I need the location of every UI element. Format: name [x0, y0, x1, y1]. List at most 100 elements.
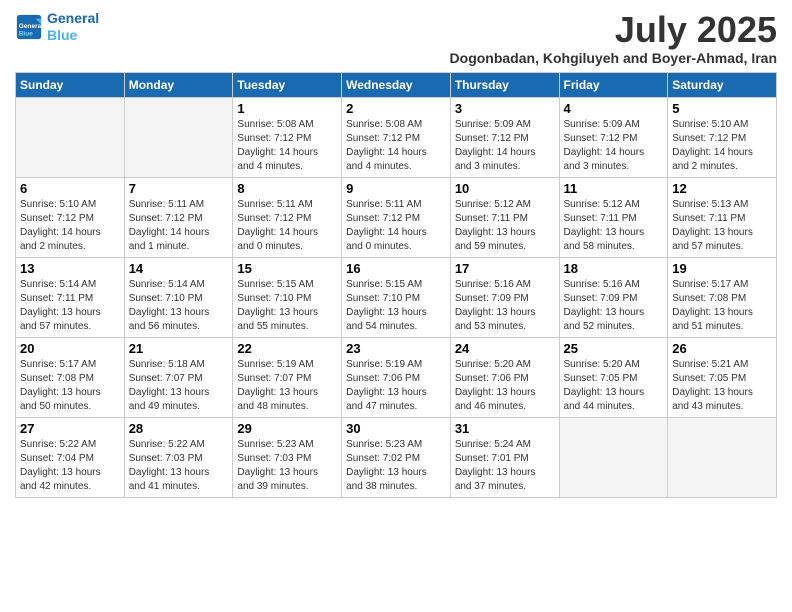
day-info: Sunrise: 5:19 AM Sunset: 7:07 PM Dayligh…	[237, 358, 337, 414]
calendar-cell: 3 Sunrise: 5:09 AM Sunset: 7:12 PM Daylig…	[450, 97, 559, 177]
calendar-cell: 15 Sunrise: 5:15 AM Sunset: 7:10 PM Dayli…	[233, 257, 342, 337]
day-number: 5	[672, 101, 772, 116]
day-info: Sunrise: 5:13 AM Sunset: 7:11 PM Dayligh…	[672, 198, 772, 254]
calendar-cell: 22Sunrise: 5:19 AM Sunset: 7:07 PM Dayli…	[233, 337, 342, 417]
day-number: 2	[346, 101, 446, 116]
day-info: Sunrise: 5:24 AM Sunset: 7:01 PM Dayligh…	[455, 438, 555, 494]
calendar-cell: 4 Sunrise: 5:09 AM Sunset: 7:12 PM Daylig…	[559, 97, 668, 177]
day-number: 26	[672, 341, 772, 356]
svg-text:General: General	[19, 23, 43, 30]
day-number: 11	[564, 181, 664, 196]
day-number: 29	[237, 421, 337, 436]
day-info: Sunrise: 5:08 AM Sunset: 7:12 PM Dayligh…	[237, 118, 337, 174]
day-number: 8	[237, 181, 337, 196]
day-number: 24	[455, 341, 555, 356]
calendar-cell: 26 Sunrise: 5:21 AM Sunset: 7:05 PM Dayli…	[668, 337, 777, 417]
calendar-cell: 21Sunrise: 5:18 AM Sunset: 7:07 PM Dayli…	[124, 337, 233, 417]
calendar-cell: 12 Sunrise: 5:13 AM Sunset: 7:11 PM Dayli…	[668, 177, 777, 257]
calendar-row-3: 13Sunrise: 5:14 AM Sunset: 7:11 PM Dayli…	[16, 257, 777, 337]
calendar-cell: 1 Sunrise: 5:08 AM Sunset: 7:12 PM Daylig…	[233, 97, 342, 177]
calendar-cell	[559, 417, 668, 497]
day-info: Sunrise: 5:16 AM Sunset: 7:09 PM Dayligh…	[564, 278, 664, 334]
day-number: 17	[455, 261, 555, 276]
calendar-cell: 7 Sunrise: 5:11 AM Sunset: 7:12 PM Daylig…	[124, 177, 233, 257]
calendar-cell: 29 Sunrise: 5:23 AM Sunset: 7:03 PM Dayli…	[233, 417, 342, 497]
day-info: Sunrise: 5:20 AM Sunset: 7:05 PM Dayligh…	[564, 358, 664, 414]
calendar-cell: 31 Sunrise: 5:24 AM Sunset: 7:01 PM Dayli…	[450, 417, 559, 497]
day-number: 15	[237, 261, 337, 276]
calendar-cell: 10Sunrise: 5:12 AM Sunset: 7:11 PM Dayli…	[450, 177, 559, 257]
day-info: Sunrise: 5:10 AM Sunset: 7:12 PM Dayligh…	[672, 118, 772, 174]
day-info: Sunrise: 5:11 AM Sunset: 7:12 PM Dayligh…	[346, 198, 446, 254]
day-number: 30	[346, 421, 446, 436]
calendar-cell: 30 Sunrise: 5:23 AM Sunset: 7:02 PM Dayli…	[342, 417, 451, 497]
day-number: 28	[129, 421, 229, 436]
calendar-cell: 20Sunrise: 5:17 AM Sunset: 7:08 PM Dayli…	[16, 337, 125, 417]
subtitle: Dogonbadan, Kohgiluyeh and Boyer-Ahmad, …	[450, 50, 777, 66]
day-info: Sunrise: 5:21 AM Sunset: 7:05 PM Dayligh…	[672, 358, 772, 414]
calendar-cell	[16, 97, 125, 177]
day-number: 23	[346, 341, 446, 356]
calendar-cell: 17 Sunrise: 5:16 AM Sunset: 7:09 PM Dayli…	[450, 257, 559, 337]
day-info: Sunrise: 5:16 AM Sunset: 7:09 PM Dayligh…	[455, 278, 555, 334]
day-info: Sunrise: 5:22 AM Sunset: 7:03 PM Dayligh…	[129, 438, 229, 494]
day-number: 13	[20, 261, 120, 276]
col-saturday: Saturday	[668, 72, 777, 97]
day-info: Sunrise: 5:10 AM Sunset: 7:12 PM Dayligh…	[20, 198, 120, 254]
col-monday: Monday	[124, 72, 233, 97]
day-info: Sunrise: 5:17 AM Sunset: 7:08 PM Dayligh…	[672, 278, 772, 334]
calendar-cell: 18 Sunrise: 5:16 AM Sunset: 7:09 PM Dayli…	[559, 257, 668, 337]
day-info: Sunrise: 5:09 AM Sunset: 7:12 PM Dayligh…	[455, 118, 555, 174]
day-number: 16	[346, 261, 446, 276]
day-number: 14	[129, 261, 229, 276]
calendar-cell	[668, 417, 777, 497]
day-info: Sunrise: 5:09 AM Sunset: 7:12 PM Dayligh…	[564, 118, 664, 174]
col-friday: Friday	[559, 72, 668, 97]
day-number: 18	[564, 261, 664, 276]
day-info: Sunrise: 5:23 AM Sunset: 7:03 PM Dayligh…	[237, 438, 337, 494]
day-info: Sunrise: 5:15 AM Sunset: 7:10 PM Dayligh…	[237, 278, 337, 334]
col-thursday: Thursday	[450, 72, 559, 97]
day-number: 3	[455, 101, 555, 116]
col-wednesday: Wednesday	[342, 72, 451, 97]
calendar-cell: 8 Sunrise: 5:11 AM Sunset: 7:12 PM Daylig…	[233, 177, 342, 257]
day-info: Sunrise: 5:22 AM Sunset: 7:04 PM Dayligh…	[20, 438, 120, 494]
day-number: 4	[564, 101, 664, 116]
day-number: 9	[346, 181, 446, 196]
day-info: Sunrise: 5:12 AM Sunset: 7:11 PM Dayligh…	[455, 198, 555, 254]
col-sunday: Sunday	[16, 72, 125, 97]
day-info: Sunrise: 5:11 AM Sunset: 7:12 PM Dayligh…	[237, 198, 337, 254]
calendar-cell: 28 Sunrise: 5:22 AM Sunset: 7:03 PM Dayli…	[124, 417, 233, 497]
day-info: Sunrise: 5:14 AM Sunset: 7:10 PM Dayligh…	[129, 278, 229, 334]
calendar-cell: 14 Sunrise: 5:14 AM Sunset: 7:10 PM Dayli…	[124, 257, 233, 337]
calendar-row-5: 27Sunrise: 5:22 AM Sunset: 7:04 PM Dayli…	[16, 417, 777, 497]
day-info: Sunrise: 5:20 AM Sunset: 7:06 PM Dayligh…	[455, 358, 555, 414]
day-info: Sunrise: 5:11 AM Sunset: 7:12 PM Dayligh…	[129, 198, 229, 254]
day-info: Sunrise: 5:12 AM Sunset: 7:11 PM Dayligh…	[564, 198, 664, 254]
day-number: 25	[564, 341, 664, 356]
calendar-cell: 13Sunrise: 5:14 AM Sunset: 7:11 PM Dayli…	[16, 257, 125, 337]
day-number: 1	[237, 101, 337, 116]
calendar-cell: 2Sunrise: 5:08 AM Sunset: 7:12 PM Daylig…	[342, 97, 451, 177]
calendar-cell: 9 Sunrise: 5:11 AM Sunset: 7:12 PM Daylig…	[342, 177, 451, 257]
day-number: 20	[20, 341, 120, 356]
calendar-cell: 5 Sunrise: 5:10 AM Sunset: 7:12 PM Daylig…	[668, 97, 777, 177]
logo-line1: General	[47, 10, 99, 26]
calendar-cell: 6 Sunrise: 5:10 AM Sunset: 7:12 PM Daylig…	[16, 177, 125, 257]
title-area: July 2025 Dogonbadan, Kohgiluyeh and Boy…	[450, 10, 777, 66]
svg-text:Blue: Blue	[19, 30, 33, 37]
calendar-cell	[124, 97, 233, 177]
col-tuesday: Tuesday	[233, 72, 342, 97]
day-info: Sunrise: 5:23 AM Sunset: 7:02 PM Dayligh…	[346, 438, 446, 494]
day-number: 31	[455, 421, 555, 436]
header: General Blue General Blue July 2025 Dogo…	[15, 10, 777, 66]
day-number: 7	[129, 181, 229, 196]
calendar-header: Sunday Monday Tuesday Wednesday Thursday…	[16, 72, 777, 97]
day-number: 6	[20, 181, 120, 196]
day-info: Sunrise: 5:18 AM Sunset: 7:07 PM Dayligh…	[129, 358, 229, 414]
calendar-cell: 25 Sunrise: 5:20 AM Sunset: 7:05 PM Dayli…	[559, 337, 668, 417]
calendar-cell: 24 Sunrise: 5:20 AM Sunset: 7:06 PM Dayli…	[450, 337, 559, 417]
day-number: 12	[672, 181, 772, 196]
month-title: July 2025	[450, 10, 777, 50]
calendar-cell: 11 Sunrise: 5:12 AM Sunset: 7:11 PM Dayli…	[559, 177, 668, 257]
